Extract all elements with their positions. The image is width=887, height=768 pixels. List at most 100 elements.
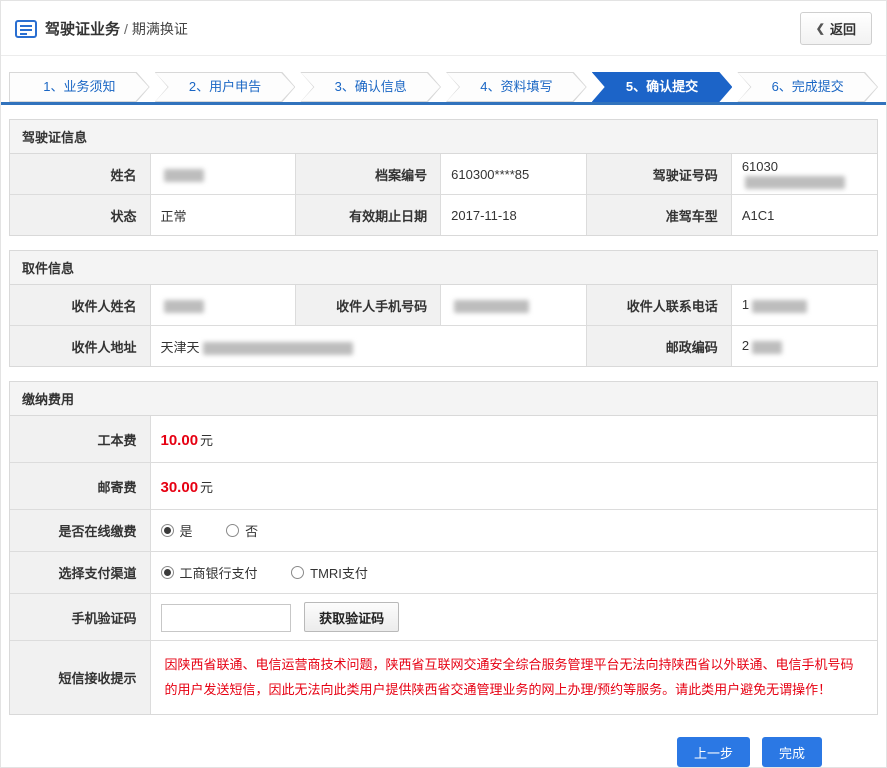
table-row: 手机验证码 获取验证码 (9, 593, 878, 641)
step-label: 1、业务须知 (43, 79, 116, 94)
masked-value (752, 340, 783, 354)
sms-code-input[interactable] (160, 604, 291, 632)
step-label: 3、确认信息 (334, 79, 407, 94)
sms-code-label: 手机验证码 (9, 593, 151, 641)
step-6-complete-submit[interactable]: 6、完成提交 (737, 72, 878, 102)
recipient-phone-label: 收件人联系电话 (585, 284, 732, 326)
file-no-label: 档案编号 (295, 153, 442, 195)
page-title-main: 驾驶证业务 (45, 21, 121, 38)
expiry-label: 有效期止日期 (295, 194, 442, 236)
online-payment-yes-option[interactable]: 是 (160, 521, 193, 540)
radio-checked-icon[interactable] (160, 566, 174, 579)
online-payment-yes-label: 是 (179, 524, 193, 539)
recipient-address-value: 天津天 (149, 325, 587, 367)
step-label: 2、用户申告 (188, 79, 262, 94)
production-fee-label: 工本费 (9, 415, 151, 463)
table-row: 收件人姓名 收件人手机号码 收件人联系电话 1 (9, 284, 878, 326)
license-no-label: 驾驶证号码 (585, 153, 732, 195)
table-row: 邮寄费 30.00 元 (9, 462, 878, 510)
table-row: 选择支付渠道 工商银行支付 TMRI支付 (9, 551, 878, 594)
recipient-phone-prefix: 1 (741, 297, 750, 313)
file-no-value: 610300****85 (440, 153, 587, 195)
sms-tip-text: 因陕西省联通、电信运营商技术问题，陕西省互联网交通安全综合服务管理平台无法向持陕… (164, 657, 854, 697)
masked-value (744, 176, 845, 190)
license-no-prefix: 61030 (741, 158, 778, 174)
step-4-fill-data[interactable]: 4、资料填写 (446, 72, 587, 102)
vehicle-type-value: A1C1 (730, 194, 878, 236)
step-1-business-notice[interactable]: 1、业务须知 (9, 72, 150, 102)
radio-unchecked-icon[interactable] (291, 566, 305, 579)
page-title-sub: 期满换证 (131, 21, 188, 37)
form-actions: 上一步 完成 (1, 715, 886, 767)
online-payment-no-option[interactable]: 否 (226, 521, 258, 540)
pickup-info-section: 取件信息 收件人姓名 收件人手机号码 收件人联系电话 1 收件人地址 天津天 邮… (9, 250, 878, 367)
zip-code-prefix: 2 (741, 338, 750, 354)
sms-code-field: 获取验证码 (149, 593, 878, 641)
license-info-section: 驾驶证信息 姓名 档案编号 610300****85 驾驶证号码 61030 状… (9, 119, 878, 236)
table-row: 短信接收提示 因陕西省联通、电信运营商技术问题，陕西省互联网交通安全综合服务管理… (9, 640, 878, 715)
recipient-address-label: 收件人地址 (9, 325, 151, 367)
production-fee-amount: 10.00 (160, 431, 199, 449)
step-label: 4、资料填写 (480, 79, 553, 94)
masked-value (163, 168, 204, 182)
recipient-mobile-value (440, 284, 587, 326)
payment-channel-options: 工商银行支付 TMRI支付 (149, 551, 878, 594)
masked-value (202, 341, 353, 355)
payment-channel-label: 选择支付渠道 (9, 551, 151, 594)
status-value: 正常 (149, 194, 297, 236)
table-row: 姓名 档案编号 610300****85 驾驶证号码 61030 (9, 153, 878, 195)
mailing-fee-value: 30.00 元 (149, 462, 878, 510)
radio-unchecked-icon[interactable] (226, 524, 240, 537)
table-row: 是否在线缴费 是 否 (9, 509, 878, 552)
sms-tip-cell: 因陕西省联通、电信运营商技术问题，陕西省互联网交通安全综合服务管理平台无法向持陕… (149, 640, 878, 715)
payment-table: 工本费 10.00 元 邮寄费 30.00 元 是否在线缴费 是 否 选择支付渠… (9, 415, 878, 715)
step-5-confirm-submit[interactable]: 5、确认提交 (592, 72, 733, 102)
recipient-address-prefix: 天津天 (160, 339, 200, 355)
back-button[interactable]: ❮ 返回 (799, 12, 872, 45)
back-button-label: 返回 (829, 22, 856, 37)
online-payment-options: 是 否 (149, 509, 878, 552)
mailing-fee-label: 邮寄费 (9, 462, 151, 510)
online-payment-no-label: 否 (245, 524, 259, 539)
recipient-name-value (149, 284, 297, 326)
page-title-separator: / (124, 21, 128, 37)
channel-icbc-label: 工商银行支付 (179, 566, 258, 581)
online-payment-label: 是否在线缴费 (9, 509, 151, 552)
license-info-title: 驾驶证信息 (10, 120, 877, 154)
payment-section: 缴纳费用 工本费 10.00 元 邮寄费 30.00 元 是否在线缴费 是 否 … (9, 381, 878, 716)
pickup-info-table: 收件人姓名 收件人手机号码 收件人联系电话 1 收件人地址 天津天 邮政编码 2 (9, 284, 878, 367)
mailing-fee-amount: 30.00 (160, 478, 199, 496)
mailing-fee-unit: 元 (200, 479, 214, 495)
license-no-value: 61030 (730, 153, 878, 195)
step-3-confirm-info[interactable]: 3、确认信息 (300, 72, 441, 102)
production-fee-value: 10.00 元 (149, 415, 878, 463)
license-info-table: 姓名 档案编号 610300****85 驾驶证号码 61030 状态 正常 有… (9, 153, 878, 236)
steps-bar: 1、业务须知 2、用户申告 3、确认信息 4、资料填写 5、确认提交 6、完成提… (1, 56, 886, 105)
recipient-name-label: 收件人姓名 (9, 284, 151, 326)
zip-code-value: 2 (730, 325, 878, 367)
production-fee-unit: 元 (200, 432, 214, 448)
license-business-icon (15, 19, 37, 39)
page-title: 驾驶证业务 / 期满换证 (45, 18, 188, 39)
recipient-phone-value: 1 (730, 284, 878, 326)
page: 驾驶证业务 / 期满换证 ❮ 返回 1、业务须知 2、用户申告 3、确认信息 4、资… (0, 0, 887, 768)
vehicle-type-label: 准驾车型 (585, 194, 732, 236)
previous-step-button[interactable]: 上一步 (676, 737, 750, 767)
masked-value (752, 299, 808, 313)
header: 驾驶证业务 / 期满换证 ❮ 返回 (1, 1, 886, 56)
channel-icbc-option[interactable]: 工商银行支付 (160, 563, 258, 582)
pickup-info-title: 取件信息 (10, 251, 877, 285)
name-label: 姓名 (9, 153, 151, 195)
finish-button[interactable]: 完成 (761, 737, 822, 767)
payment-title: 缴纳费用 (10, 382, 877, 416)
step-label: 5、确认提交 (625, 79, 699, 94)
get-sms-code-button[interactable]: 获取验证码 (304, 602, 400, 632)
radio-checked-icon[interactable] (160, 524, 174, 537)
step-2-user-declaration[interactable]: 2、用户申告 (155, 72, 296, 102)
table-row: 状态 正常 有效期止日期 2017-11-18 准驾车型 A1C1 (9, 194, 878, 236)
channel-tmri-option[interactable]: TMRI支付 (291, 563, 368, 582)
expiry-value: 2017-11-18 (440, 194, 587, 236)
masked-value (454, 299, 530, 313)
zip-code-label: 邮政编码 (585, 325, 732, 367)
table-row: 收件人地址 天津天 邮政编码 2 (9, 325, 878, 367)
